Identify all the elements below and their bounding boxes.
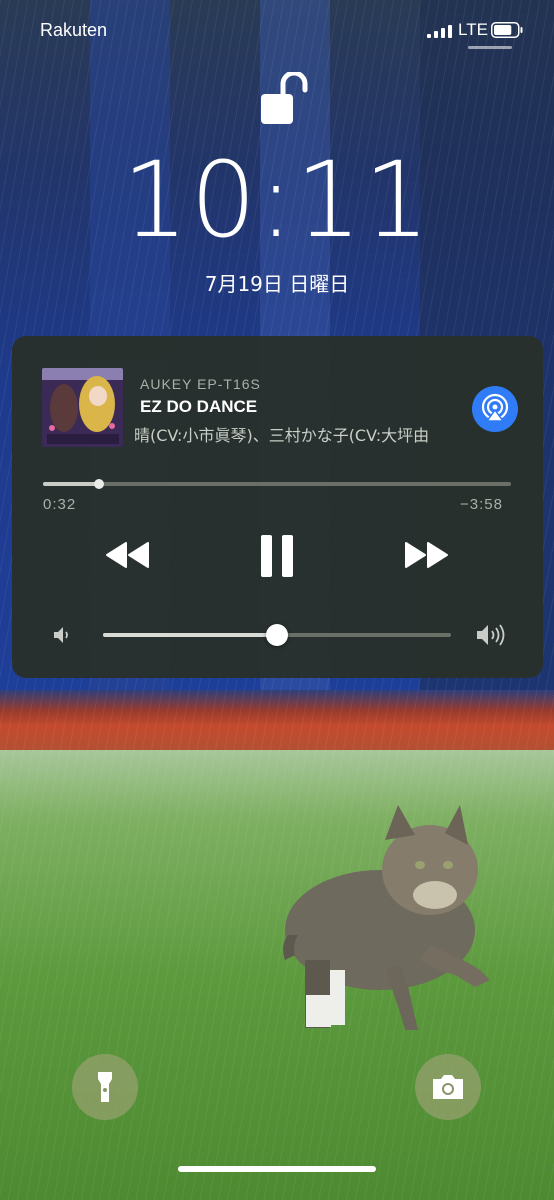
camera-icon	[433, 1075, 463, 1099]
status-bar: Rakuten LTE	[0, 0, 554, 64]
control-center-indicator[interactable]	[468, 46, 512, 49]
elapsed-time: 0:32	[43, 496, 77, 513]
remaining-time: −3:58	[460, 496, 503, 513]
volume-slider[interactable]	[103, 624, 451, 646]
home-indicator[interactable]	[178, 1166, 376, 1172]
rewind-icon[interactable]	[104, 540, 152, 570]
lock-open-icon	[261, 72, 308, 124]
lock-screen-date: 7月19日 日曜日	[204, 272, 350, 296]
camera-button[interactable]	[415, 1054, 481, 1120]
fast-forward-icon[interactable]	[402, 540, 450, 570]
playback-scrubber[interactable]	[43, 479, 511, 489]
lock-screen-time: 10:11	[122, 139, 432, 261]
airplay-icon	[481, 393, 509, 422]
artist-name: 晴(CV:小市眞琴)、三村かな子(CV:大坪由	[134, 426, 430, 445]
cellular-signal-icon	[427, 25, 452, 38]
flashlight-icon	[98, 1072, 112, 1102]
now-playing-widget[interactable]: AUKEY EP-T16S EZ DO DANCE 晴(CV:小市眞琴)、三村か…	[12, 336, 543, 678]
song-title: EZ DO DANCE	[140, 397, 258, 416]
playback-progress	[43, 482, 100, 486]
volume-high-icon	[477, 624, 505, 646]
airplay-button[interactable]	[472, 386, 518, 432]
playback-scrubber-knob[interactable]	[94, 479, 105, 489]
album-artwork[interactable]	[42, 368, 123, 447]
volume-slider-knob[interactable]	[266, 624, 288, 646]
battery-icon	[491, 22, 523, 38]
volume-low-icon	[54, 627, 68, 643]
carrier-name: Rakuten	[40, 20, 108, 40]
cat-image	[283, 805, 490, 1030]
network-type: LTE	[458, 20, 488, 39]
pause-icon[interactable]	[260, 534, 294, 578]
audio-output-name: AUKEY EP-T16S	[140, 376, 261, 392]
flashlight-button[interactable]	[72, 1054, 138, 1120]
volume-level	[103, 633, 277, 637]
